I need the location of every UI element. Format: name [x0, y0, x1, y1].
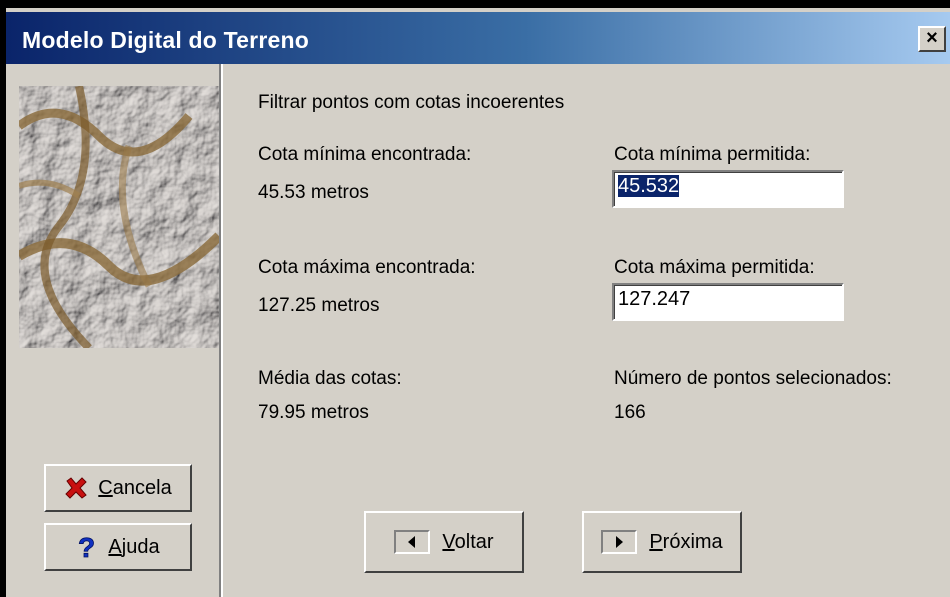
- cancel-label: Cancela: [98, 477, 171, 500]
- close-button[interactable]: ×: [918, 26, 946, 52]
- average-value: 79.95 metros: [258, 402, 369, 423]
- cancel-mnemonic: C: [98, 476, 113, 499]
- close-icon: ×: [926, 27, 938, 49]
- next-mnemonic: P: [649, 530, 663, 553]
- cancel-label-rest: ancela: [112, 476, 172, 499]
- max-allowed-input[interactable]: 127.247: [612, 283, 844, 321]
- help-label-rest: juda: [121, 535, 160, 558]
- selected-count-label: Número de pontos selecionados:: [614, 368, 892, 389]
- title-bar[interactable]: Modelo Digital do Terreno ×: [6, 12, 950, 64]
- help-mnemonic: A: [108, 535, 122, 558]
- mdt-logo-image: mdt: [19, 86, 219, 348]
- max-found-value: 127.25 metros: [258, 295, 380, 316]
- selected-count-value: 166: [614, 402, 646, 423]
- min-found-value: 45.53 metros: [258, 182, 369, 203]
- left-panel: mdt Cancela ? Ajuda: [6, 64, 223, 597]
- next-label: Próxima: [649, 531, 722, 554]
- red-x-icon: [65, 477, 88, 499]
- svg-text:?: ?: [78, 533, 95, 561]
- help-label: Ajuda: [108, 536, 159, 559]
- max-found-label: Cota máxima encontrada:: [258, 257, 476, 278]
- max-allowed-label: Cota máxima permitida:: [614, 257, 815, 278]
- window-title: Modelo Digital do Terreno: [22, 27, 309, 53]
- right-arrow-icon: [601, 530, 638, 554]
- left-arrow-icon: [394, 530, 431, 554]
- average-label: Média das cotas:: [258, 368, 402, 389]
- page-heading: Filtrar pontos com cotas incoerentes: [258, 92, 565, 113]
- min-allowed-value: 45.532: [618, 175, 680, 197]
- back-label: Voltar: [442, 531, 493, 554]
- dialog-window: Modelo Digital do Terreno × mdt Cancela …: [0, 0, 950, 597]
- back-mnemonic: V: [442, 530, 455, 553]
- next-button[interactable]: Próxima: [582, 511, 742, 573]
- question-mark-icon: ?: [78, 533, 96, 561]
- min-allowed-input[interactable]: 45.532: [612, 170, 844, 208]
- next-label-rest: róxima: [662, 530, 723, 553]
- min-allowed-label: Cota mínima permitida:: [614, 144, 811, 165]
- logo-text: mdt: [201, 94, 219, 292]
- cancel-button[interactable]: Cancela: [44, 464, 192, 512]
- min-found-label: Cota mínima encontrada:: [258, 144, 472, 165]
- back-label-rest: oltar: [454, 530, 494, 553]
- back-button[interactable]: Voltar: [364, 511, 524, 573]
- help-button[interactable]: ? Ajuda: [44, 523, 192, 571]
- max-allowed-value: 127.247: [618, 288, 691, 310]
